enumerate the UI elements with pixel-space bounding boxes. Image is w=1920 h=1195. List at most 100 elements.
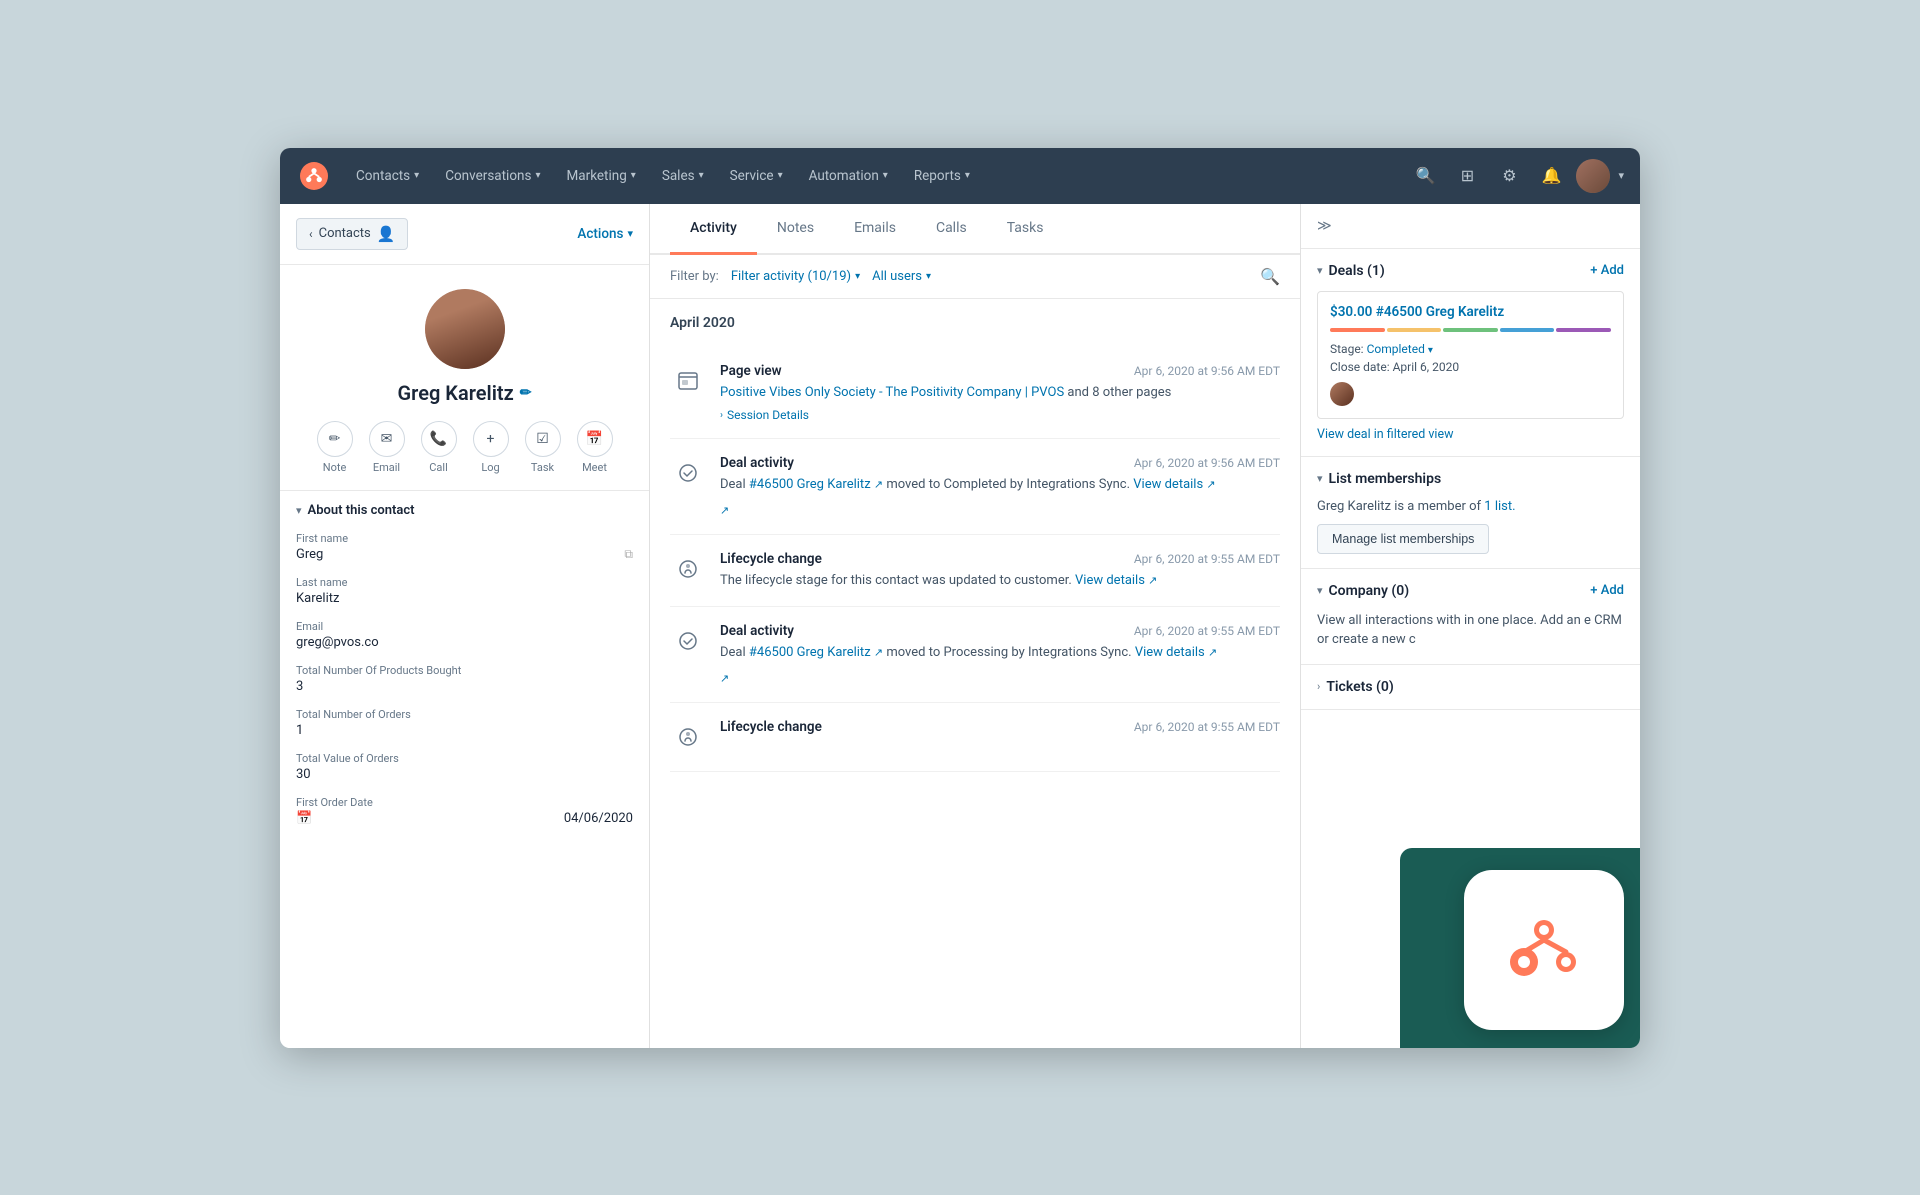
deal-stage-value[interactable]: Completed ▾ xyxy=(1367,342,1433,356)
back-arrow-icon: ‹ xyxy=(309,227,313,241)
notifications-icon[interactable]: 🔔 xyxy=(1534,159,1568,193)
view-deal-link[interactable]: View deal in filtered view xyxy=(1317,427,1624,442)
filter-label: Filter by: xyxy=(670,269,719,284)
lifecycle1-view-details[interactable]: View details xyxy=(1075,573,1145,588)
first-order-date-value: 📅 04/06/2020 xyxy=(296,811,633,826)
deal2-header: Deal activity Apr 6, 2020 at 9:55 AM EDT xyxy=(720,623,1280,639)
lifecycle1-title: Lifecycle change xyxy=(720,551,822,567)
deal1-header: Deal activity Apr 6, 2020 at 9:56 AM EDT xyxy=(720,455,1280,471)
deal-title[interactable]: $30.00 #46500 Greg Karelitz xyxy=(1330,304,1611,320)
nav-contacts[interactable]: Contacts ▾ xyxy=(344,160,431,192)
lifecycle1-content: Lifecycle change Apr 6, 2020 at 9:55 AM … xyxy=(720,551,1280,591)
deals-section: ▾ Deals (1) + Add $30.00 #46500 Greg Kar… xyxy=(1301,249,1640,457)
edit-name-icon[interactable]: ✏ xyxy=(520,385,532,401)
pageview-link[interactable]: Positive Vibes Only Society - The Positi… xyxy=(720,385,1064,400)
apps-icon[interactable]: ⊞ xyxy=(1450,159,1484,193)
month-header: April 2020 xyxy=(670,315,1280,331)
note-icon: ✏ xyxy=(317,421,353,457)
nav-automation-chevron: ▾ xyxy=(883,170,888,181)
email-value: greg@pvos.co xyxy=(296,635,633,650)
deal1-link[interactable]: #46500 Greg Karelitz xyxy=(749,477,871,492)
email-action[interactable]: ✉ Email xyxy=(369,421,405,474)
users-filter-button[interactable]: All users ▾ xyxy=(872,269,931,284)
add-company-button[interactable]: + Add xyxy=(1590,583,1624,598)
settings-icon[interactable]: ⚙ xyxy=(1492,159,1526,193)
list-chevron-icon: ▾ xyxy=(1317,472,1323,485)
about-header[interactable]: ▾ About this contact xyxy=(296,503,633,518)
copy-icon[interactable]: ⧉ xyxy=(624,547,633,562)
right-sidebar: ≫ ▾ Deals (1) + Add $30.00 #46500 Greg K… xyxy=(1300,204,1640,1048)
deal2-view-details[interactable]: View details xyxy=(1135,645,1205,660)
tab-activity[interactable]: Activity xyxy=(670,204,757,255)
task-label: Task xyxy=(531,461,554,474)
tickets-section-title: Tickets (0) xyxy=(1326,679,1393,695)
back-to-contacts-button[interactable]: ‹ Contacts 👤 xyxy=(296,218,408,250)
company-section-header: ▾ Company (0) + Add xyxy=(1317,583,1624,599)
actions-button[interactable]: Actions ▾ xyxy=(577,226,633,242)
deal1-view-details[interactable]: View details xyxy=(1133,477,1203,492)
stage-chevron-icon: ▾ xyxy=(1428,345,1433,356)
deal2-extra-link-icon[interactable]: ↗ xyxy=(720,672,729,685)
lifecycle1-external-icon[interactable]: ↗ xyxy=(1148,574,1157,587)
list-title-row[interactable]: ▾ List memberships xyxy=(1317,471,1441,487)
deals-section-title: Deals (1) xyxy=(1329,263,1385,279)
tab-tasks[interactable]: Tasks xyxy=(987,204,1064,255)
first-name-label: First name xyxy=(296,532,633,545)
orders-value-value: 30 xyxy=(296,767,633,782)
add-deal-button[interactable]: + Add xyxy=(1590,263,1624,278)
tickets-section: › Tickets (0) xyxy=(1301,665,1640,710)
note-action[interactable]: ✏ Note xyxy=(317,421,353,474)
expand-panel-icon[interactable]: ≫ xyxy=(1317,218,1332,234)
task-action[interactable]: ☑ Task xyxy=(525,421,561,474)
orders-count-value: 1 xyxy=(296,723,633,738)
activity-filter-button[interactable]: Filter activity (10/19) ▾ xyxy=(731,269,860,284)
search-icon[interactable]: 🔍 xyxy=(1408,159,1442,193)
deal1-external-link-icon[interactable]: ↗ xyxy=(874,478,883,491)
nav-automation[interactable]: Automation ▾ xyxy=(797,160,900,192)
pageview-time: Apr 6, 2020 at 9:56 AM EDT xyxy=(1134,364,1280,378)
company-section-title: Company (0) xyxy=(1329,583,1410,599)
list-count-link[interactable]: 1 list. xyxy=(1484,499,1515,514)
deal2-title: Deal activity xyxy=(720,623,794,639)
nav-sales-chevron: ▾ xyxy=(699,170,704,181)
activity-item-lifecycle2: Lifecycle change Apr 6, 2020 at 9:55 AM … xyxy=(670,703,1280,772)
task-icon: ☑ xyxy=(525,421,561,457)
note-label: Note xyxy=(323,461,347,474)
meet-action[interactable]: 📅 Meet xyxy=(577,421,613,474)
nav-sales[interactable]: Sales ▾ xyxy=(650,160,716,192)
teal-background xyxy=(1400,848,1640,1048)
deal2-view-external-icon[interactable]: ↗ xyxy=(1208,646,1217,659)
deal1-view-external-icon[interactable]: ↗ xyxy=(1206,478,1215,491)
lifecycle2-time: Apr 6, 2020 at 9:55 AM EDT xyxy=(1134,720,1280,734)
deal1-title: Deal activity xyxy=(720,455,794,471)
hubspot-logo[interactable] xyxy=(296,158,332,194)
activity-search-button[interactable]: 🔍 xyxy=(1260,267,1280,286)
deal2-link[interactable]: #46500 Greg Karelitz xyxy=(749,645,871,660)
contact-avatar xyxy=(425,289,505,369)
deals-title-row[interactable]: ▾ Deals (1) xyxy=(1317,263,1385,279)
avatar-chevron[interactable]: ▾ xyxy=(1618,169,1624,182)
tickets-section-header[interactable]: › Tickets (0) xyxy=(1317,679,1624,695)
pageview-desc: Positive Vibes Only Society - The Positi… xyxy=(720,383,1280,403)
deal-activity-icon-2 xyxy=(670,623,706,659)
deal2-external-link-icon[interactable]: ↗ xyxy=(874,646,883,659)
user-avatar[interactable] xyxy=(1576,159,1610,193)
tab-emails[interactable]: Emails xyxy=(834,204,916,255)
last-name-label: Last name xyxy=(296,576,633,589)
company-title-row[interactable]: ▾ Company (0) xyxy=(1317,583,1409,599)
tab-notes[interactable]: Notes xyxy=(757,204,834,255)
nav-marketing[interactable]: Marketing ▾ xyxy=(554,160,647,192)
activity-feed: April 2020 Page view Apr 6, 2020 at xyxy=(650,299,1300,1048)
log-action[interactable]: + Log xyxy=(473,421,509,474)
deal1-extra-link-icon[interactable]: ↗ xyxy=(720,504,729,517)
nav-conversations[interactable]: Conversations ▾ xyxy=(433,160,552,192)
nav-service[interactable]: Service ▾ xyxy=(718,160,795,192)
deal-progress-bar xyxy=(1330,328,1611,332)
email-label: Email xyxy=(373,461,400,474)
nav-reports[interactable]: Reports ▾ xyxy=(902,160,982,192)
manage-list-memberships-button[interactable]: Manage list memberships xyxy=(1317,524,1489,554)
tab-calls[interactable]: Calls xyxy=(916,204,987,255)
call-action[interactable]: 📞 Call xyxy=(421,421,457,474)
session-details-toggle[interactable]: › Session Details xyxy=(720,408,1280,422)
contact-actions: ✏ Note ✉ Email 📞 Call + Log xyxy=(317,421,613,474)
